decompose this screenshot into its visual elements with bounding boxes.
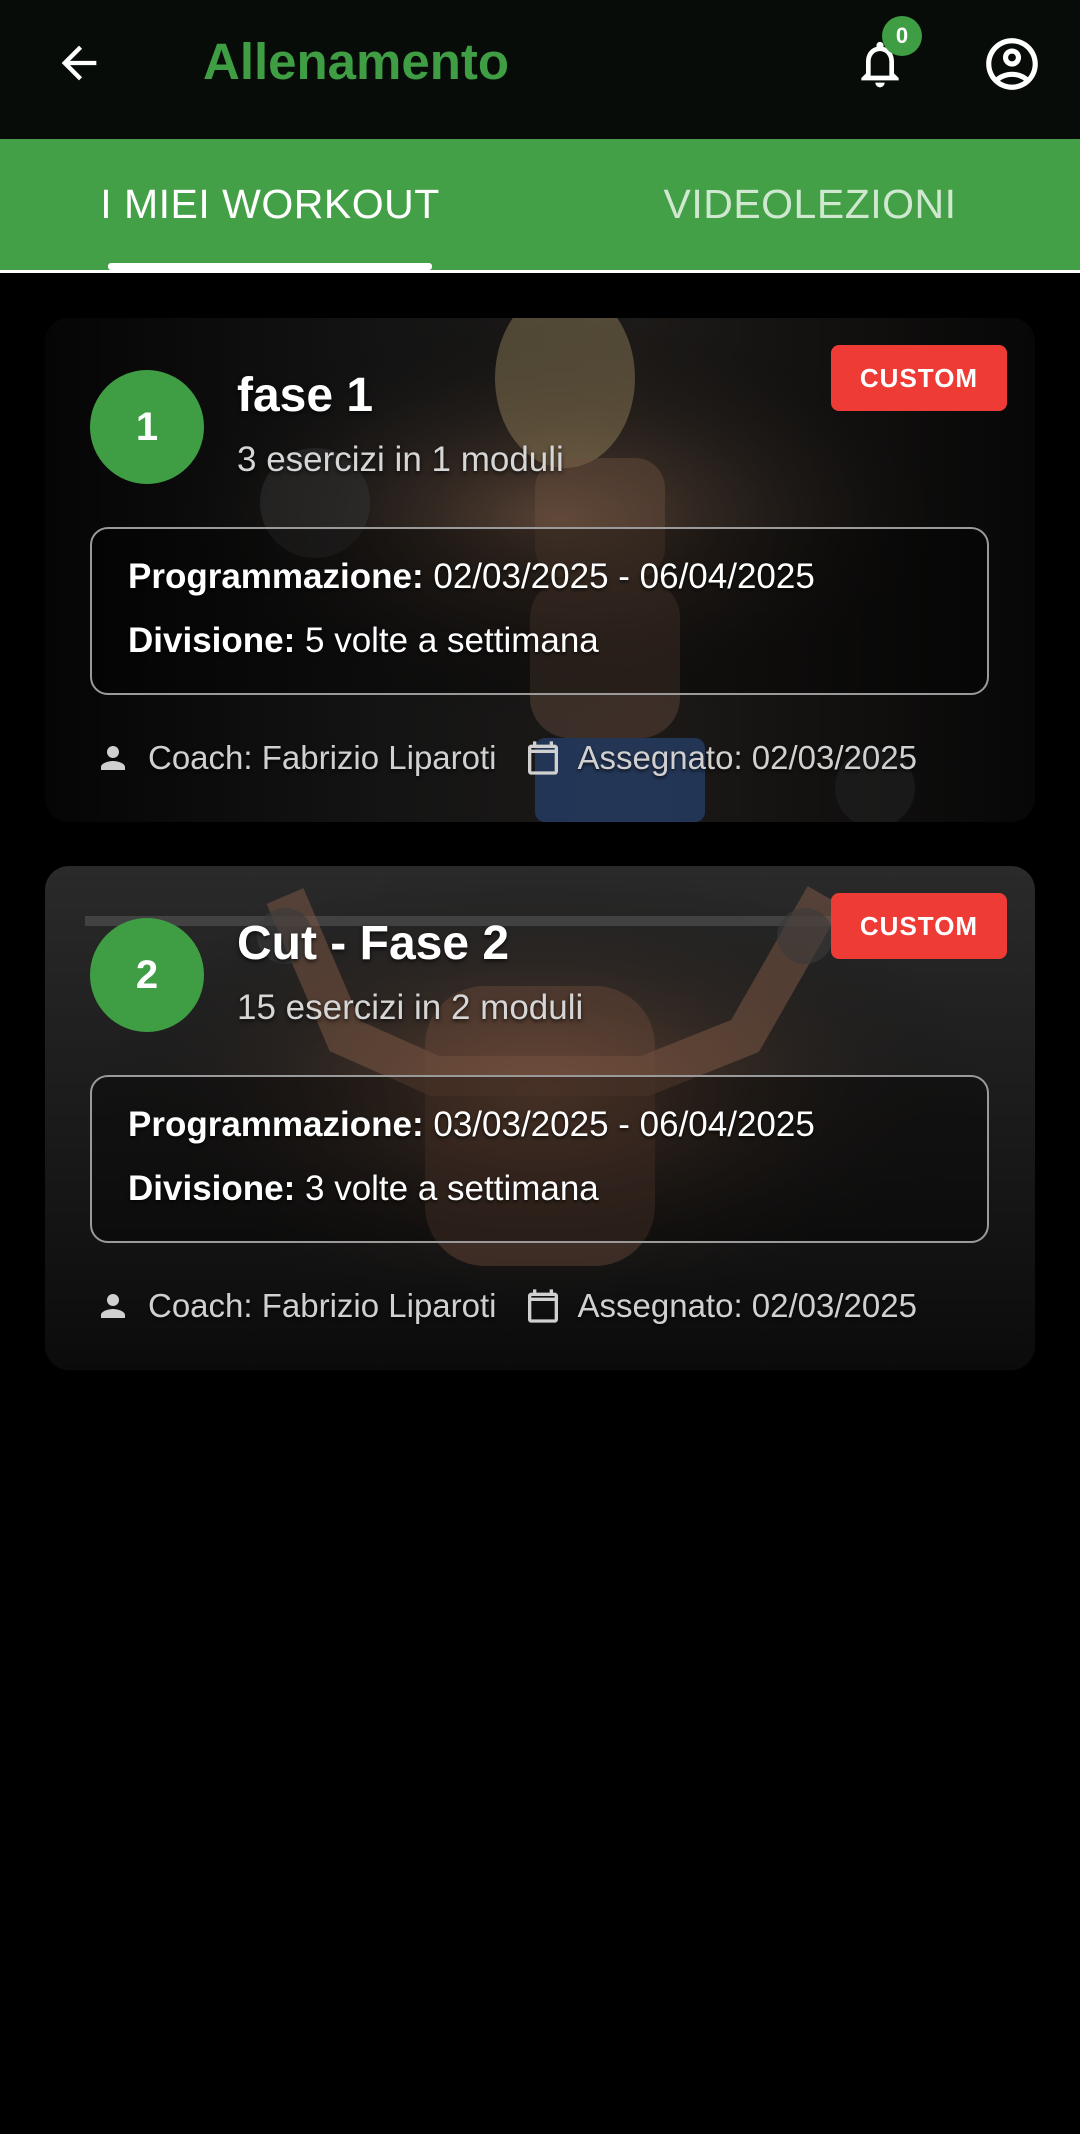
selected-tab-indicator	[108, 263, 432, 270]
division-label: Divisione:	[128, 1169, 296, 1208]
division-value: 3 volte a settimana	[305, 1169, 599, 1208]
coach-name: Coach: Fabrizio Liparoti	[148, 1287, 497, 1324]
workout-card[interactable]: 1 fase 1 3 esercizi in 1 moduli CUSTOM P…	[45, 318, 1035, 822]
schedule-value: 03/03/2025 - 06/04/2025	[433, 1105, 815, 1144]
app-bar: Allenamento 0	[0, 0, 1080, 139]
schedule-label: Programmazione:	[128, 557, 424, 596]
calendar-icon	[523, 738, 563, 778]
workout-number: 2	[90, 918, 204, 1032]
tab-video-lessons[interactable]: VIDEOLEZIONI	[540, 139, 1080, 270]
schedule-line: Programmazione: 03/03/2025 - 06/04/2025	[128, 1105, 815, 1145]
workout-title: Cut - Fase 2	[237, 917, 510, 970]
schedule-label: Programmazione:	[128, 1105, 424, 1144]
workout-meta: Coach: Fabrizio Liparoti Assegnato: 02/0…	[93, 733, 917, 783]
division-line: Divisione: 5 volte a settimana	[128, 621, 599, 661]
tab-bar: I MIEI WORKOUT VIDEOLEZIONI	[0, 139, 1080, 270]
division-label: Divisione:	[128, 621, 296, 660]
workout-exercise-count: 15 esercizi in 2 moduli	[237, 988, 584, 1027]
workout-title: fase 1	[237, 369, 374, 422]
arrow-back-icon	[61, 45, 97, 81]
division-value: 5 volte a settimana	[305, 621, 599, 660]
person-icon	[93, 738, 133, 778]
notification-count-badge: 0	[882, 16, 922, 56]
account-button[interactable]	[970, 24, 1054, 104]
tab-bar-divider	[0, 270, 1080, 273]
page-title: Allenamento	[203, 33, 510, 90]
coach-name: Coach: Fabrizio Liparoti	[148, 739, 497, 776]
workout-info-box: Programmazione: 03/03/2025 - 06/04/2025 …	[90, 1075, 989, 1243]
schedule-value: 02/03/2025 - 06/04/2025	[433, 557, 815, 596]
custom-badge: CUSTOM	[831, 345, 1007, 411]
person-icon	[93, 1286, 133, 1326]
workout-number: 1	[90, 370, 204, 484]
workout-exercise-count: 3 esercizi in 1 moduli	[237, 440, 564, 479]
workout-meta: Coach: Fabrizio Liparoti Assegnato: 02/0…	[93, 1281, 917, 1331]
account-circle-icon	[986, 38, 1038, 90]
assigned-date: Assegnato: 02/03/2025	[577, 739, 917, 776]
workout-info-box: Programmazione: 02/03/2025 - 06/04/2025 …	[90, 527, 989, 695]
calendar-icon	[523, 1286, 563, 1326]
assigned-date: Assegnato: 02/03/2025	[577, 1287, 917, 1324]
custom-badge: CUSTOM	[831, 893, 1007, 959]
schedule-line: Programmazione: 02/03/2025 - 06/04/2025	[128, 557, 815, 597]
back-button[interactable]	[44, 28, 114, 98]
workout-card[interactable]: 2 Cut - Fase 2 15 esercizi in 2 moduli C…	[45, 866, 1035, 1370]
division-line: Divisione: 3 volte a settimana	[128, 1169, 599, 1209]
tab-my-workouts[interactable]: I MIEI WORKOUT	[0, 139, 540, 270]
